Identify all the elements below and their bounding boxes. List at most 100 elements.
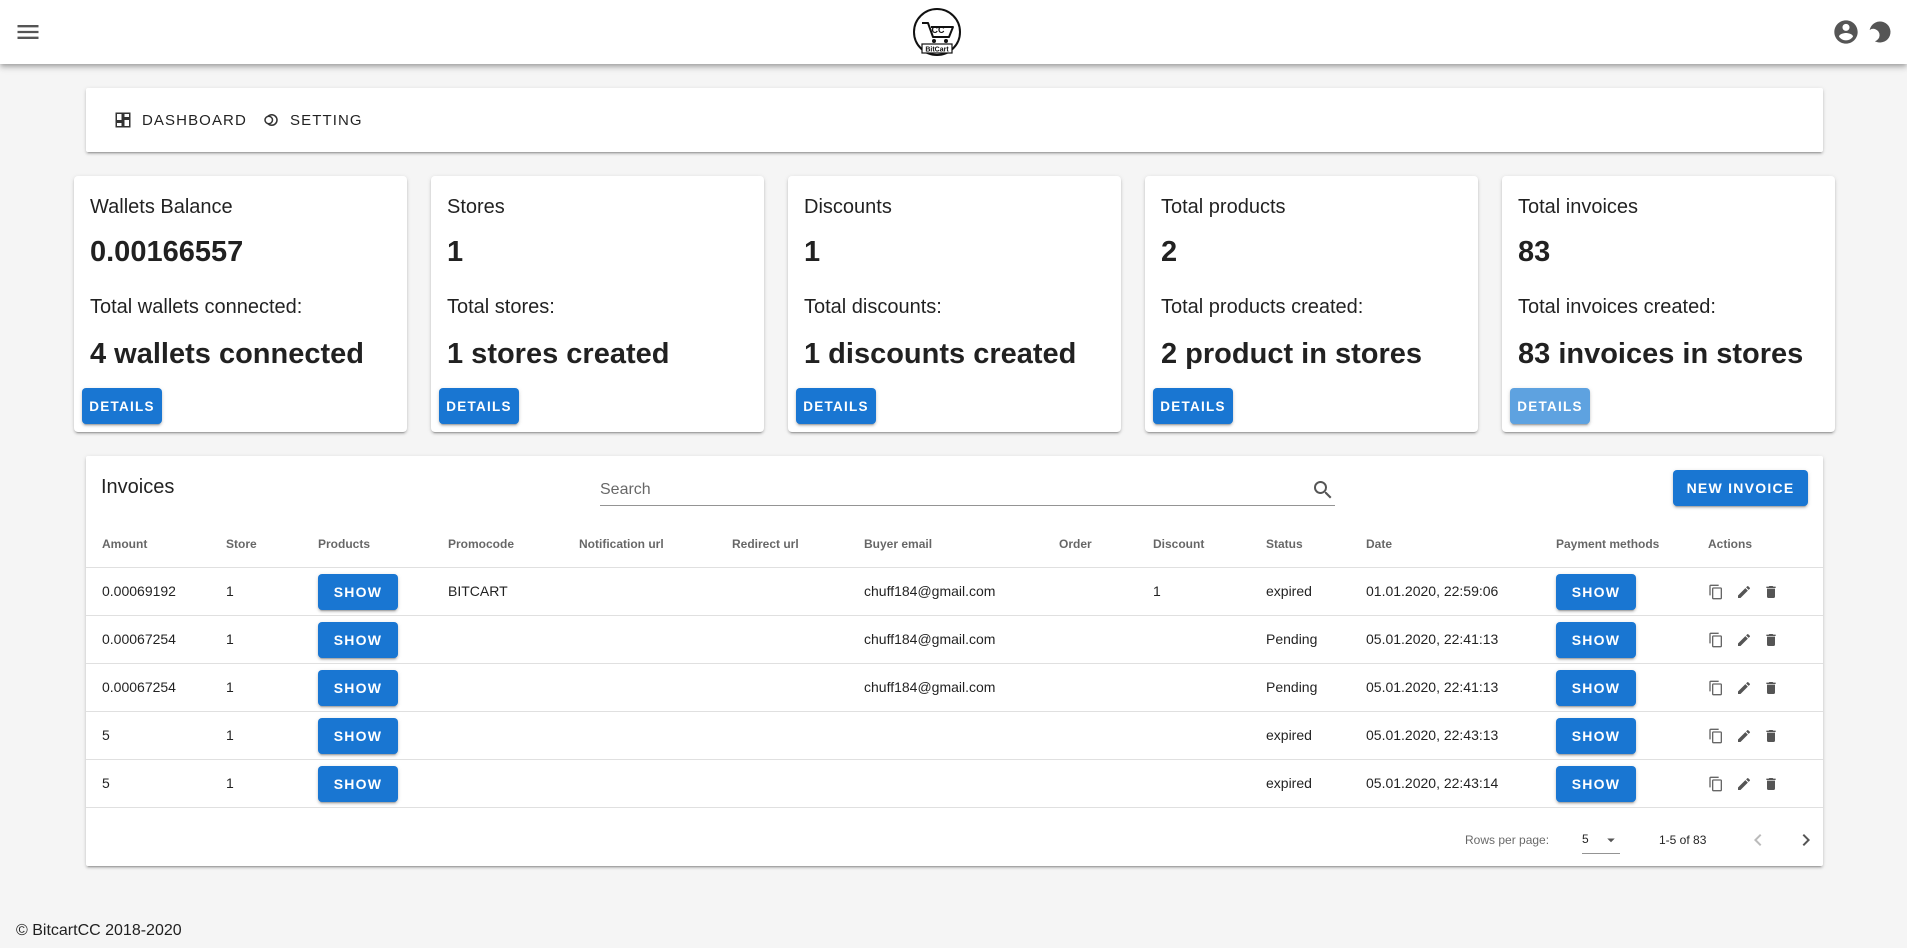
stat-subvalue: 4 wallets connected <box>90 338 364 370</box>
cell-buyer-email: chuff184@gmail.com <box>864 631 996 647</box>
copy-icon[interactable] <box>1708 632 1724 648</box>
top-nav: DASHBOARD SETTING <box>86 88 1823 152</box>
cell-date: 05.01.2020, 22:43:13 <box>1366 727 1499 743</box>
stat-card-wallets: Wallets Balance 0.00166557 Total wallets… <box>74 176 407 432</box>
edit-pencil-icon[interactable] <box>1736 632 1752 648</box>
stat-subvalue: 83 invoices in stores <box>1518 338 1804 370</box>
delete-trash-icon[interactable] <box>1763 728 1779 744</box>
show-payment-methods-button[interactable]: SHOW <box>1556 574 1636 610</box>
show-products-button[interactable]: SHOW <box>318 622 398 658</box>
cell-date: 05.01.2020, 22:41:13 <box>1366 631 1499 647</box>
cell-status: Pending <box>1266 631 1318 647</box>
stat-subtitle: Total wallets connected: <box>90 296 303 318</box>
settings-icon <box>264 114 278 126</box>
details-button[interactable]: DETAILS <box>439 388 519 424</box>
stat-card-stores: Stores 1 Total stores: 1 stores created … <box>431 176 764 432</box>
details-button[interactable]: DETAILS <box>1510 388 1590 424</box>
stat-card-products: Total products 2 Total products created:… <box>1145 176 1478 432</box>
pagination-range: 1-5 of 83 <box>1659 833 1707 847</box>
cell-buyer-email: chuff184@gmail.com <box>864 679 996 695</box>
svg-text:CC: CC <box>932 25 945 35</box>
stat-card-discounts: Discounts 1 Total discounts: 1 discounts… <box>788 176 1121 432</box>
show-payment-methods-button[interactable]: SHOW <box>1556 766 1636 802</box>
show-payment-methods-button[interactable]: SHOW <box>1556 718 1636 754</box>
copy-icon[interactable] <box>1708 680 1724 696</box>
column-header[interactable]: Payment methods <box>1556 537 1659 551</box>
edit-pencil-icon[interactable] <box>1736 584 1752 600</box>
cell-store: 1 <box>226 679 234 695</box>
cell-status: expired <box>1266 727 1312 743</box>
column-header[interactable]: Store <box>226 537 257 551</box>
show-products-button[interactable]: SHOW <box>318 718 398 754</box>
stat-title: Total invoices <box>1518 196 1639 218</box>
stat-subvalue: 1 discounts created <box>804 338 1077 370</box>
table-row: 5 1 expired 05.01.2020, 22:43:13 SHOW SHOW <box>86 712 1823 760</box>
delete-trash-icon[interactable] <box>1763 776 1779 792</box>
menu-icon[interactable] <box>14 18 42 46</box>
stat-card-invoices: Total invoices 83 Total invoices created… <box>1502 176 1835 432</box>
copy-icon[interactable] <box>1708 728 1724 744</box>
chevron-right-icon[interactable] <box>1794 828 1818 852</box>
cell-date: 05.01.2020, 22:41:13 <box>1366 679 1499 695</box>
nav-dashboard[interactable]: DASHBOARD <box>114 108 247 132</box>
cell-discount: 1 <box>1153 583 1161 599</box>
details-button[interactable]: DETAILS <box>796 388 876 424</box>
column-header[interactable]: Date <box>1366 537 1392 551</box>
show-products-button[interactable]: SHOW <box>318 766 398 802</box>
cell-amount: 0.00069192 <box>102 583 176 599</box>
app-bar: CC BitCart <box>0 0 1907 64</box>
cell-status: Pending <box>1266 679 1318 695</box>
column-header[interactable]: Amount <box>102 537 147 551</box>
show-products-button[interactable]: SHOW <box>318 670 398 706</box>
show-payment-methods-button[interactable]: SHOW <box>1556 670 1636 706</box>
delete-trash-icon[interactable] <box>1763 632 1779 648</box>
cell-amount: 0.00067254 <box>102 631 176 647</box>
column-header[interactable]: Order <box>1059 537 1092 551</box>
delete-trash-icon[interactable] <box>1763 680 1779 696</box>
search-icon[interactable] <box>1311 478 1335 502</box>
details-button[interactable]: DETAILS <box>1153 388 1233 424</box>
rows-per-page-select[interactable]: 5 <box>1582 826 1620 854</box>
edit-pencil-icon[interactable] <box>1736 728 1752 744</box>
copy-icon[interactable] <box>1708 584 1724 600</box>
nav-setting[interactable]: SETTING <box>262 108 363 132</box>
cell-store: 1 <box>226 775 234 791</box>
dark-mode-moon-icon[interactable] <box>1866 18 1894 46</box>
stat-subvalue: 1 stores created <box>447 338 670 370</box>
stat-subtitle: Total invoices created: <box>1518 296 1716 318</box>
column-header[interactable]: Products <box>318 537 370 551</box>
copy-icon[interactable] <box>1708 776 1724 792</box>
stat-subtitle: Total stores: <box>447 296 555 318</box>
bitcart-logo[interactable]: CC BitCart <box>912 7 962 57</box>
new-invoice-button[interactable]: NEW INVOICE <box>1673 470 1808 506</box>
stat-subvalue: 2 product in stores <box>1161 338 1423 370</box>
delete-trash-icon[interactable] <box>1763 584 1779 600</box>
chevron-left-icon[interactable] <box>1746 828 1770 852</box>
column-header[interactable]: Buyer email <box>864 537 932 551</box>
stat-subtitle: Total discounts: <box>804 296 942 318</box>
table-pagination: Rows per page: 5 1-5 of 83 <box>86 814 1823 866</box>
table-row: 5 1 expired 05.01.2020, 22:43:14 SHOW SHOW <box>86 760 1823 808</box>
show-products-button[interactable]: SHOW <box>318 574 398 610</box>
column-header[interactable]: Discount <box>1153 537 1204 551</box>
cell-status: expired <box>1266 583 1312 599</box>
table-row: 0.00067254 1 chuff184@gmail.com Pending 05.0… <box>86 664 1823 712</box>
stat-value: 0.00166557 <box>90 236 244 268</box>
show-payment-methods-button[interactable]: SHOW <box>1556 622 1636 658</box>
stat-title: Wallets Balance <box>90 196 233 218</box>
stat-value: 2 <box>1161 236 1178 268</box>
search-input[interactable] <box>600 476 1280 504</box>
column-header[interactable]: Notification url <box>579 537 664 551</box>
edit-pencil-icon[interactable] <box>1736 680 1752 696</box>
column-header[interactable]: Promocode <box>448 537 514 551</box>
cell-amount: 5 <box>102 727 110 743</box>
account-icon[interactable] <box>1832 18 1860 46</box>
invoices-table-card: Invoices NEW INVOICE Amount Store Produc… <box>86 456 1823 866</box>
column-header[interactable]: Status <box>1266 537 1303 551</box>
rows-per-page-label: Rows per page: <box>1465 833 1550 847</box>
column-header[interactable]: Redirect url <box>732 537 799 551</box>
dashboard-icon <box>115 112 131 128</box>
details-button[interactable]: DETAILS <box>82 388 162 424</box>
edit-pencil-icon[interactable] <box>1736 776 1752 792</box>
cell-date: 05.01.2020, 22:43:14 <box>1366 775 1499 791</box>
